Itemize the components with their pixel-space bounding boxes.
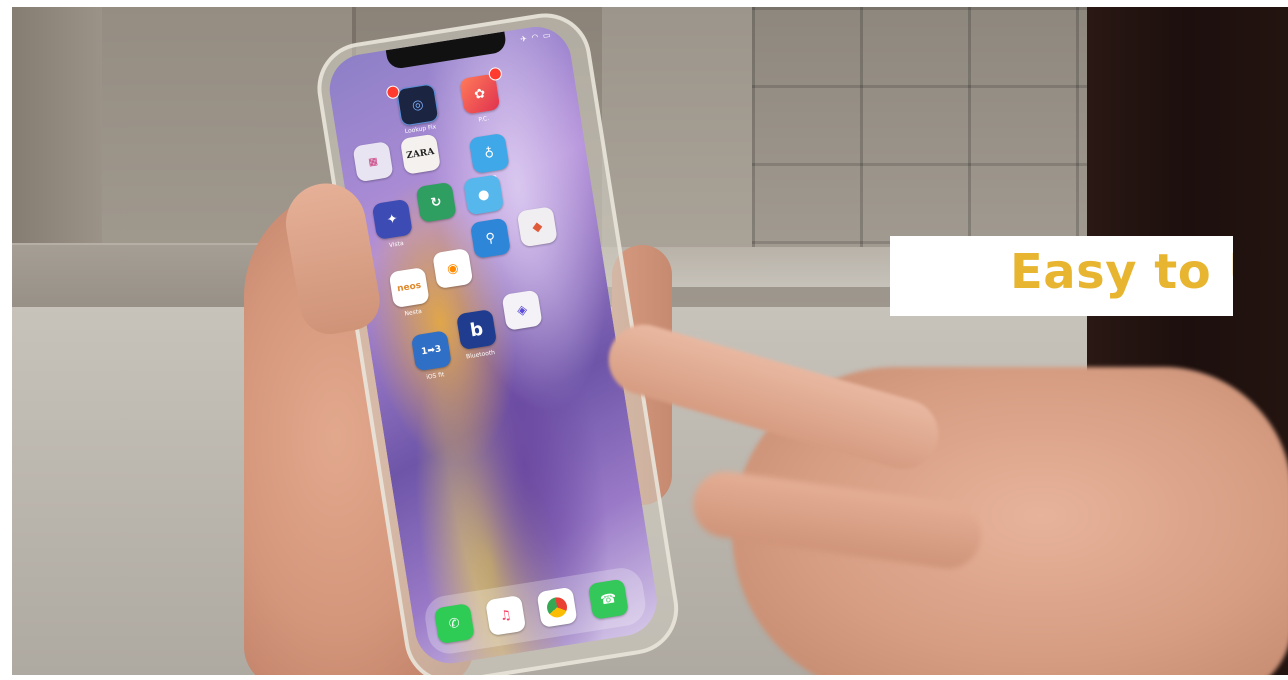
bubble-icon: ● <box>476 186 491 204</box>
app-icon-b[interactable]: b <box>455 308 498 351</box>
battery-icon: ▭ <box>542 30 553 41</box>
status-bar: ✈ ◠ ▭ <box>520 30 552 44</box>
app-icon-blue[interactable]: ♁ <box>468 132 510 174</box>
app-icon-lookup[interactable]: ◎ <box>395 83 440 127</box>
drop-icon: ♁ <box>483 145 496 162</box>
phone-glyph: ☎ <box>599 590 618 608</box>
refresh-icon: ↻ <box>429 194 443 211</box>
music-glyph: ♫ <box>498 607 513 624</box>
app-label: Lookup Fix <box>404 123 437 136</box>
chrome-glyph <box>545 595 569 619</box>
app-icon-cube[interactable]: ◈ <box>501 289 543 331</box>
airplane-icon: ✈ <box>519 33 529 45</box>
star-icon: ✦ <box>385 211 399 228</box>
photo-frame: ✈ ◠ ▭ ◎ Lookup Fix ✿ P.C. ▦ ZARA ♁ ✦ Vis… <box>12 7 1288 675</box>
folder-icon: ▦ <box>367 155 379 168</box>
caption-text: Easy to U <box>1010 244 1233 300</box>
app-label: Vista <box>388 239 405 250</box>
app-label: Nesta <box>404 307 423 318</box>
cube-icon: ◈ <box>515 301 529 319</box>
wifi-icon: ◠ <box>530 32 541 43</box>
app-label: iOS fit <box>425 371 445 381</box>
app-label: P.C. <box>477 115 490 124</box>
whatsapp-icon[interactable]: ✆ <box>433 603 475 645</box>
whatsapp-glyph: ✆ <box>447 615 461 632</box>
pin-icon: ◆ <box>531 218 544 235</box>
app-icon-rings[interactable]: ◉ <box>432 247 474 290</box>
app-icon-keyhole[interactable]: ⚲ <box>469 217 512 259</box>
rings-icon: ◉ <box>445 260 460 277</box>
flower-icon: ✿ <box>473 85 487 103</box>
keyhole-icon: ⚲ <box>484 230 497 247</box>
app-icon-vista[interactable]: ✦ <box>371 198 413 240</box>
phone-icon[interactable]: ☎ <box>587 578 629 620</box>
target-icon: ◎ <box>410 96 425 114</box>
app-icon-zara[interactable]: ZARA <box>399 133 442 175</box>
app-icon-green[interactable]: ↻ <box>415 181 457 223</box>
tiled-wall <box>752 7 1087 247</box>
app-icon-pin[interactable]: ◆ <box>516 206 558 248</box>
app-icon-neos[interactable]: neos <box>388 266 430 309</box>
app-label: Bluetooth <box>465 348 496 361</box>
music-icon[interactable]: ♫ <box>485 594 527 637</box>
app-folder[interactable]: ▦ <box>352 141 394 183</box>
app-icon-bubble[interactable]: ● <box>462 174 505 216</box>
chrome-icon[interactable] <box>536 586 578 628</box>
caption-banner: Easy to U <box>890 236 1233 316</box>
app-icon-chart[interactable]: 1➡3 <box>410 330 452 372</box>
